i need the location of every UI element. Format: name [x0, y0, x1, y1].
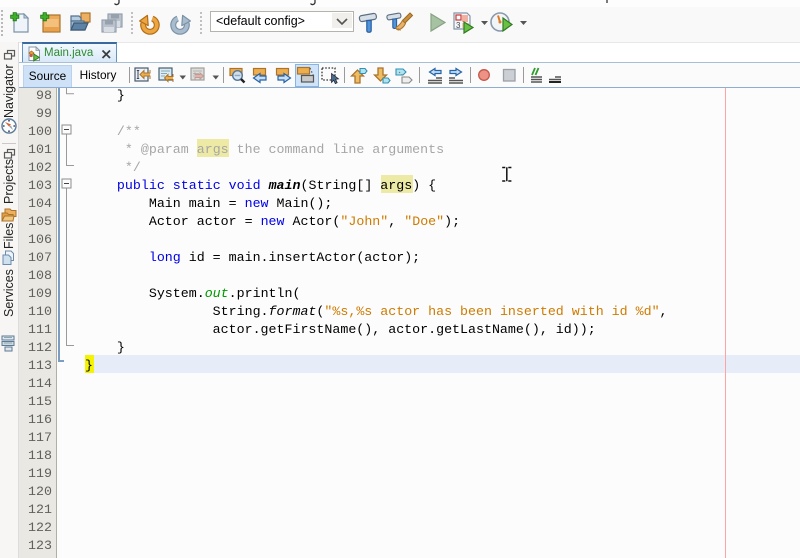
svg-text:3: 3 — [456, 21, 461, 30]
